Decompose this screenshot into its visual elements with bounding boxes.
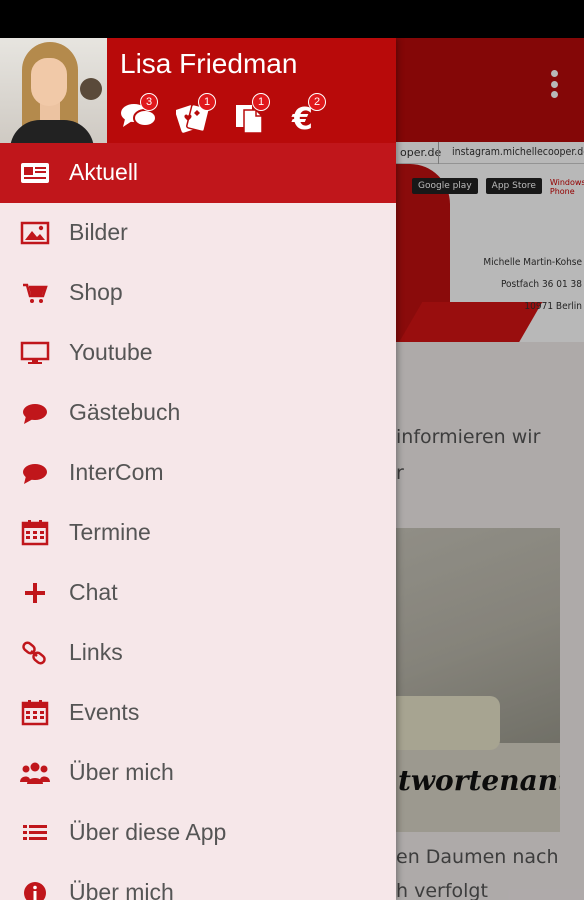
navigation-drawer: Lisa Friedman 3 1 1 € 2 Aktuell Bilder S… bbox=[0, 38, 396, 900]
documents-count: 1 bbox=[252, 93, 270, 111]
menu-item-gaestebuch[interactable]: Gästebuch bbox=[0, 383, 396, 443]
menu-item-chat[interactable]: Chat bbox=[0, 563, 396, 623]
menu-item-label: Über mich bbox=[69, 879, 174, 900]
monitor-icon bbox=[20, 341, 50, 364]
avatar[interactable] bbox=[0, 38, 107, 143]
speech-bubble-icon bbox=[23, 404, 47, 424]
payments-count: 2 bbox=[308, 93, 326, 111]
cards-stat[interactable]: 1 bbox=[176, 93, 220, 135]
menu-item-shop[interactable]: Shop bbox=[0, 263, 396, 323]
user-name: Lisa Friedman bbox=[120, 48, 298, 79]
messages-count: 3 bbox=[140, 93, 158, 111]
menu-item-label: Links bbox=[69, 639, 123, 665]
menu-item-label: InterCom bbox=[69, 459, 164, 485]
menu-item-ueber-mich-info[interactable]: Über mich bbox=[0, 863, 396, 900]
menu-item-youtube[interactable]: Youtube bbox=[0, 323, 396, 383]
newspaper-icon bbox=[21, 163, 49, 183]
drawer-menu: Aktuell Bilder Shop Youtube Gästebuch In… bbox=[0, 143, 396, 900]
image-icon bbox=[20, 221, 50, 245]
documents-stat[interactable]: 1 bbox=[234, 93, 278, 135]
link-icon bbox=[22, 641, 46, 665]
menu-item-termine[interactable]: Termine bbox=[0, 503, 396, 563]
info-icon bbox=[24, 882, 46, 900]
calendar-icon bbox=[21, 520, 49, 546]
payments-stat[interactable]: € 2 bbox=[290, 93, 334, 135]
menu-item-ueber-diese-app[interactable]: Über diese App bbox=[0, 803, 396, 863]
drawer-header: Lisa Friedman 3 1 1 € 2 bbox=[0, 38, 396, 143]
menu-item-events[interactable]: Events bbox=[0, 683, 396, 743]
group-icon bbox=[20, 762, 50, 784]
menu-item-label: Bilder bbox=[69, 219, 128, 245]
menu-item-label: Über mich bbox=[69, 759, 174, 785]
menu-item-label: Über diese App bbox=[69, 819, 227, 845]
menu-item-ueber-mich[interactable]: Über mich bbox=[0, 743, 396, 803]
cards-count: 1 bbox=[198, 93, 216, 111]
menu-item-aktuell[interactable]: Aktuell bbox=[0, 143, 396, 203]
list-icon bbox=[23, 825, 47, 840]
menu-item-label: Gästebuch bbox=[69, 399, 181, 425]
status-bar bbox=[0, 0, 584, 38]
menu-item-links[interactable]: Links bbox=[0, 623, 396, 683]
menu-item-label: Youtube bbox=[69, 339, 153, 365]
menu-item-bilder[interactable]: Bilder bbox=[0, 203, 396, 263]
cart-icon bbox=[23, 283, 48, 303]
menu-item-label: Chat bbox=[69, 579, 118, 605]
menu-item-label: Shop bbox=[69, 279, 123, 305]
menu-item-intercom[interactable]: InterCom bbox=[0, 443, 396, 503]
messages-stat[interactable]: 3 bbox=[120, 93, 164, 135]
menu-item-label: Termine bbox=[69, 519, 151, 545]
plus-icon bbox=[25, 583, 45, 603]
menu-item-label: Events bbox=[69, 699, 140, 725]
speech-bubble-icon bbox=[23, 464, 47, 484]
calendar-icon bbox=[21, 700, 49, 726]
menu-item-label: Aktuell bbox=[69, 159, 139, 185]
